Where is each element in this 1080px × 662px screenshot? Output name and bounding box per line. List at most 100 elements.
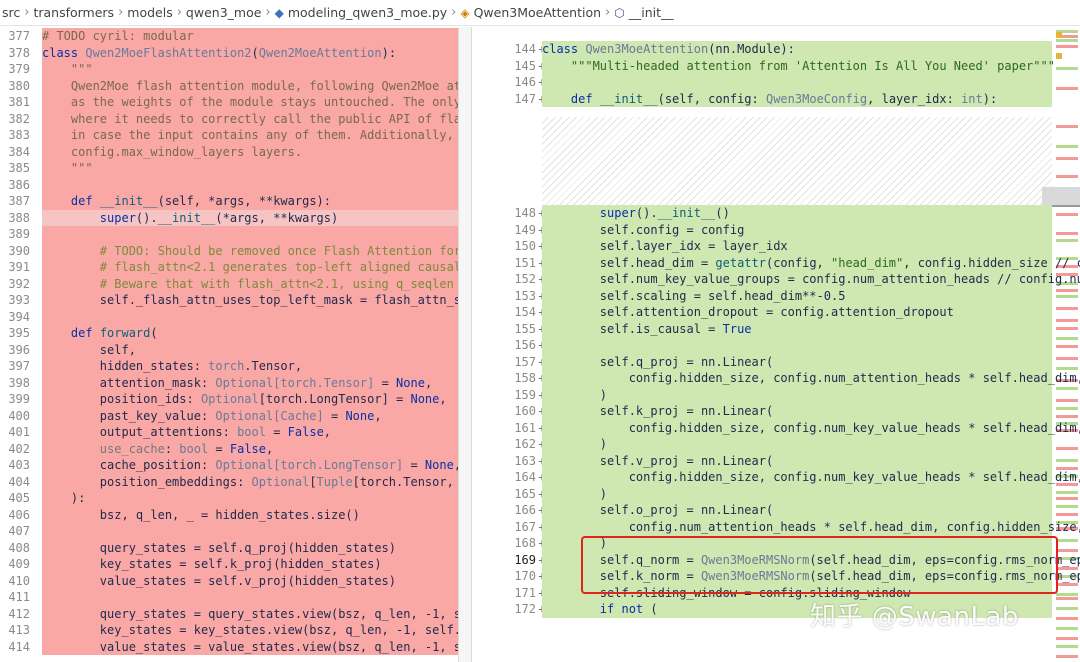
code-line[interactable]: 380 Qwen2Moe flash attention module, fol… <box>0 77 458 94</box>
breadcrumb-item[interactable]: __init__ <box>629 5 674 20</box>
code-text: # TODO cyril: modular <box>42 28 458 45</box>
code-line[interactable]: 391 # flash_attn<2.1 generates top-left … <box>0 259 458 276</box>
code-line[interactable]: 397 hidden_states: torch.Tensor, <box>0 358 458 375</box>
breadcrumb-item[interactable]: modeling_qwen3_moe.py <box>288 5 447 20</box>
code-line[interactable]: 386 <box>0 176 458 193</box>
code-line[interactable]: 387 def __init__(self, *args, **kwargs): <box>0 193 458 210</box>
code-token: super <box>99 210 136 225</box>
code-line[interactable]: 390 # TODO: Should be removed once Flash… <box>0 242 458 259</box>
code-line[interactable]: 388 super().__init__(*args, **kwargs) <box>0 209 458 226</box>
code-line[interactable]: 166+ self.o_proj = nn.Linear( <box>472 502 1080 519</box>
code-token: ( <box>643 602 658 616</box>
code-line[interactable]: 389 <box>0 226 458 243</box>
code-line[interactable]: 159+ ) <box>472 386 1080 403</box>
chevron-right-icon: › <box>176 5 182 20</box>
breadcrumb-item[interactable]: Qwen3MoeAttention <box>474 5 601 20</box>
code-line[interactable]: 151+ self.head_dim = getattr(config, "he… <box>472 254 1080 271</box>
code-line[interactable]: 157+ self.q_proj = nn.Linear( <box>472 353 1080 370</box>
code-text: """Multi-headed attention from 'Attentio… <box>542 57 1055 74</box>
code-line[interactable]: 155+ self.is_causal = True <box>472 320 1080 337</box>
left-diff-pane[interactable]: 377 # TODO cyril: modular 378 class Qwen2Mo… <box>0 27 458 662</box>
chevron-right-icon: › <box>118 5 124 20</box>
right-diff-pane[interactable]: 144+class Qwen3MoeAttention(nn.Module):1… <box>472 27 1080 662</box>
code-line[interactable]: 398 attention_mask: Optional[torch.Tenso… <box>0 374 458 391</box>
code-line[interactable]: 385 """ <box>0 160 458 177</box>
code-line[interactable]: 156+ <box>472 337 1080 354</box>
code-line[interactable]: 377 # TODO cyril: modular <box>0 28 458 45</box>
code-line[interactable]: 405 ): <box>0 490 458 507</box>
code-line[interactable]: 154+ self.attention_dropout = config.att… <box>472 304 1080 321</box>
code-line[interactable]: 410 value_states = self.v_proj(hidden_st… <box>0 572 458 589</box>
code-line[interactable]: 412 query_states = query_states.view(bsz… <box>0 605 458 622</box>
breadcrumb-item[interactable]: transformers <box>33 5 114 20</box>
code-line[interactable]: 382 where it needs to correctly call the… <box>0 110 458 127</box>
code-line[interactable]: 395 def forward( <box>0 325 458 342</box>
code-line[interactable]: 392 # Beware that with flash_attn<2.1, u… <box>0 275 458 292</box>
code-line[interactable]: 169+ self.q_norm = Qwen3MoeRMSNorm(self.… <box>472 551 1080 568</box>
code-line[interactable]: 407 <box>0 523 458 540</box>
code-line[interactable]: 144+class Qwen3MoeAttention(nn.Module): <box>472 41 1080 58</box>
code-line[interactable]: 149+ self.config = config <box>472 221 1080 238</box>
code-line[interactable]: 378 class Qwen2MoeFlashAttention2(Qwen2Mo… <box>0 44 458 61</box>
code-line[interactable]: 146+ <box>472 74 1080 91</box>
code-text: in case the input contains any of them. … <box>42 127 458 144</box>
code-line[interactable]: 145+ """Multi-headed attention from 'Att… <box>472 57 1080 74</box>
code-line[interactable]: 161+ config.hidden_size, config.num_key_… <box>472 419 1080 436</box>
code-line[interactable]: 413 key_states = key_states.view(bsz, q_… <box>0 622 458 639</box>
code-line[interactable]: 400 past_key_value: Optional[Cache] = No… <box>0 407 458 424</box>
code-line[interactable]: 393 self._flash_attn_uses_top_left_mask … <box>0 292 458 309</box>
breadcrumb-item[interactable]: src <box>2 5 20 20</box>
code-line[interactable]: 396 self, <box>0 341 458 358</box>
breadcrumb-item[interactable]: qwen3_moe <box>186 5 262 20</box>
code-token: config.num_attention_heads * self.head_d… <box>542 519 1080 534</box>
code-line[interactable]: 160+ self.k_proj = nn.Linear( <box>472 403 1080 420</box>
code-text: ) <box>542 436 1052 453</box>
code-line[interactable]: 165+ ) <box>472 485 1080 502</box>
scrollbar-thumb[interactable] <box>1042 187 1080 207</box>
line-number: 378 <box>8 45 30 60</box>
code-line[interactable]: 153+ self.scaling = self.head_dim**-0.5 <box>472 287 1080 304</box>
code-line[interactable]: 394 <box>0 308 458 325</box>
code-token: self.q_proj = nn.Linear( <box>542 354 774 369</box>
code-line[interactable]: 414 value_states = value_states.view(bsz… <box>0 638 458 655</box>
code-line[interactable]: 411 <box>0 589 458 606</box>
code-line[interactable]: 167+ config.num_attention_heads * self.h… <box>472 518 1080 535</box>
code-token: in case the input contains any of them. … <box>42 128 458 142</box>
change-marker <box>1056 32 1062 38</box>
code-line[interactable]: 408 query_states = self.q_proj(hidden_st… <box>0 539 458 556</box>
code-line[interactable]: 383 in case the input contains any of th… <box>0 127 458 144</box>
code-token: (). <box>635 206 658 220</box>
code-line[interactable]: 406 bsz, q_len, _ = hidden_states.size() <box>0 506 458 523</box>
code-line[interactable]: 168+ ) <box>472 535 1080 552</box>
code-token: , layer_idx: <box>867 91 962 106</box>
code-line[interactable]: 148+ super().__init__() <box>472 205 1080 222</box>
code-line[interactable]: 399 position_ids: Optional[torch.LongTen… <box>0 391 458 408</box>
code-line[interactable]: 402 use_cache: bool = False, <box>0 440 458 457</box>
code-line[interactable]: 381 as the weights of the module stays u… <box>0 94 458 111</box>
code-text: self.attention_dropout = config.attentio… <box>542 304 1052 321</box>
code-line[interactable]: 403 cache_position: Optional[torch.LongT… <box>0 457 458 474</box>
code-line[interactable]: 170+ self.k_norm = Qwen3MoeRMSNorm(self.… <box>472 568 1080 585</box>
code-line[interactable]: 164+ config.hidden_size, config.num_key_… <box>472 469 1080 486</box>
code-token: __init__ <box>599 91 658 106</box>
code-line[interactable]: 150+ self.layer_idx = layer_idx <box>472 238 1080 255</box>
code-line[interactable]: 384 config.max_window_layers layers. <box>0 143 458 160</box>
code-line[interactable]: 162+ ) <box>472 436 1080 453</box>
diff-divider[interactable] <box>458 27 472 662</box>
code-token: .Tensor, <box>244 359 303 373</box>
code-token: = <box>323 408 346 423</box>
code-text: self.o_proj = nn.Linear( <box>542 502 1052 519</box>
code-line[interactable]: 404 position_embeddings: Optional[Tuple[… <box>0 473 458 490</box>
code-line[interactable]: 409 key_states = self.k_proj(hidden_stat… <box>0 556 458 573</box>
code-line[interactable]: 163+ self.v_proj = nn.Linear( <box>472 452 1080 469</box>
code-line[interactable]: 158+ config.hidden_size, config.num_atte… <box>472 370 1080 387</box>
code-line[interactable]: 147+ def __init__(self, config: Qwen3Moe… <box>472 90 1080 107</box>
code-line[interactable]: 401 output_attentions: bool = False, <box>0 424 458 441</box>
code-line[interactable]: 379 """ <box>0 61 458 78</box>
code-text: self.scaling = self.head_dim**-0.5 <box>542 287 1052 304</box>
code-text: bsz, q_len, _ = hidden_states.size() <box>42 506 458 523</box>
code-line[interactable]: 152+ self.num_key_value_groups = config.… <box>472 271 1080 288</box>
breadcrumb-item[interactable]: models <box>127 5 172 20</box>
code-text: self.head_dim = getattr(config, "head_di… <box>542 254 1080 271</box>
code-token: Qwen2Moe flash attention module, followi… <box>42 78 458 93</box>
